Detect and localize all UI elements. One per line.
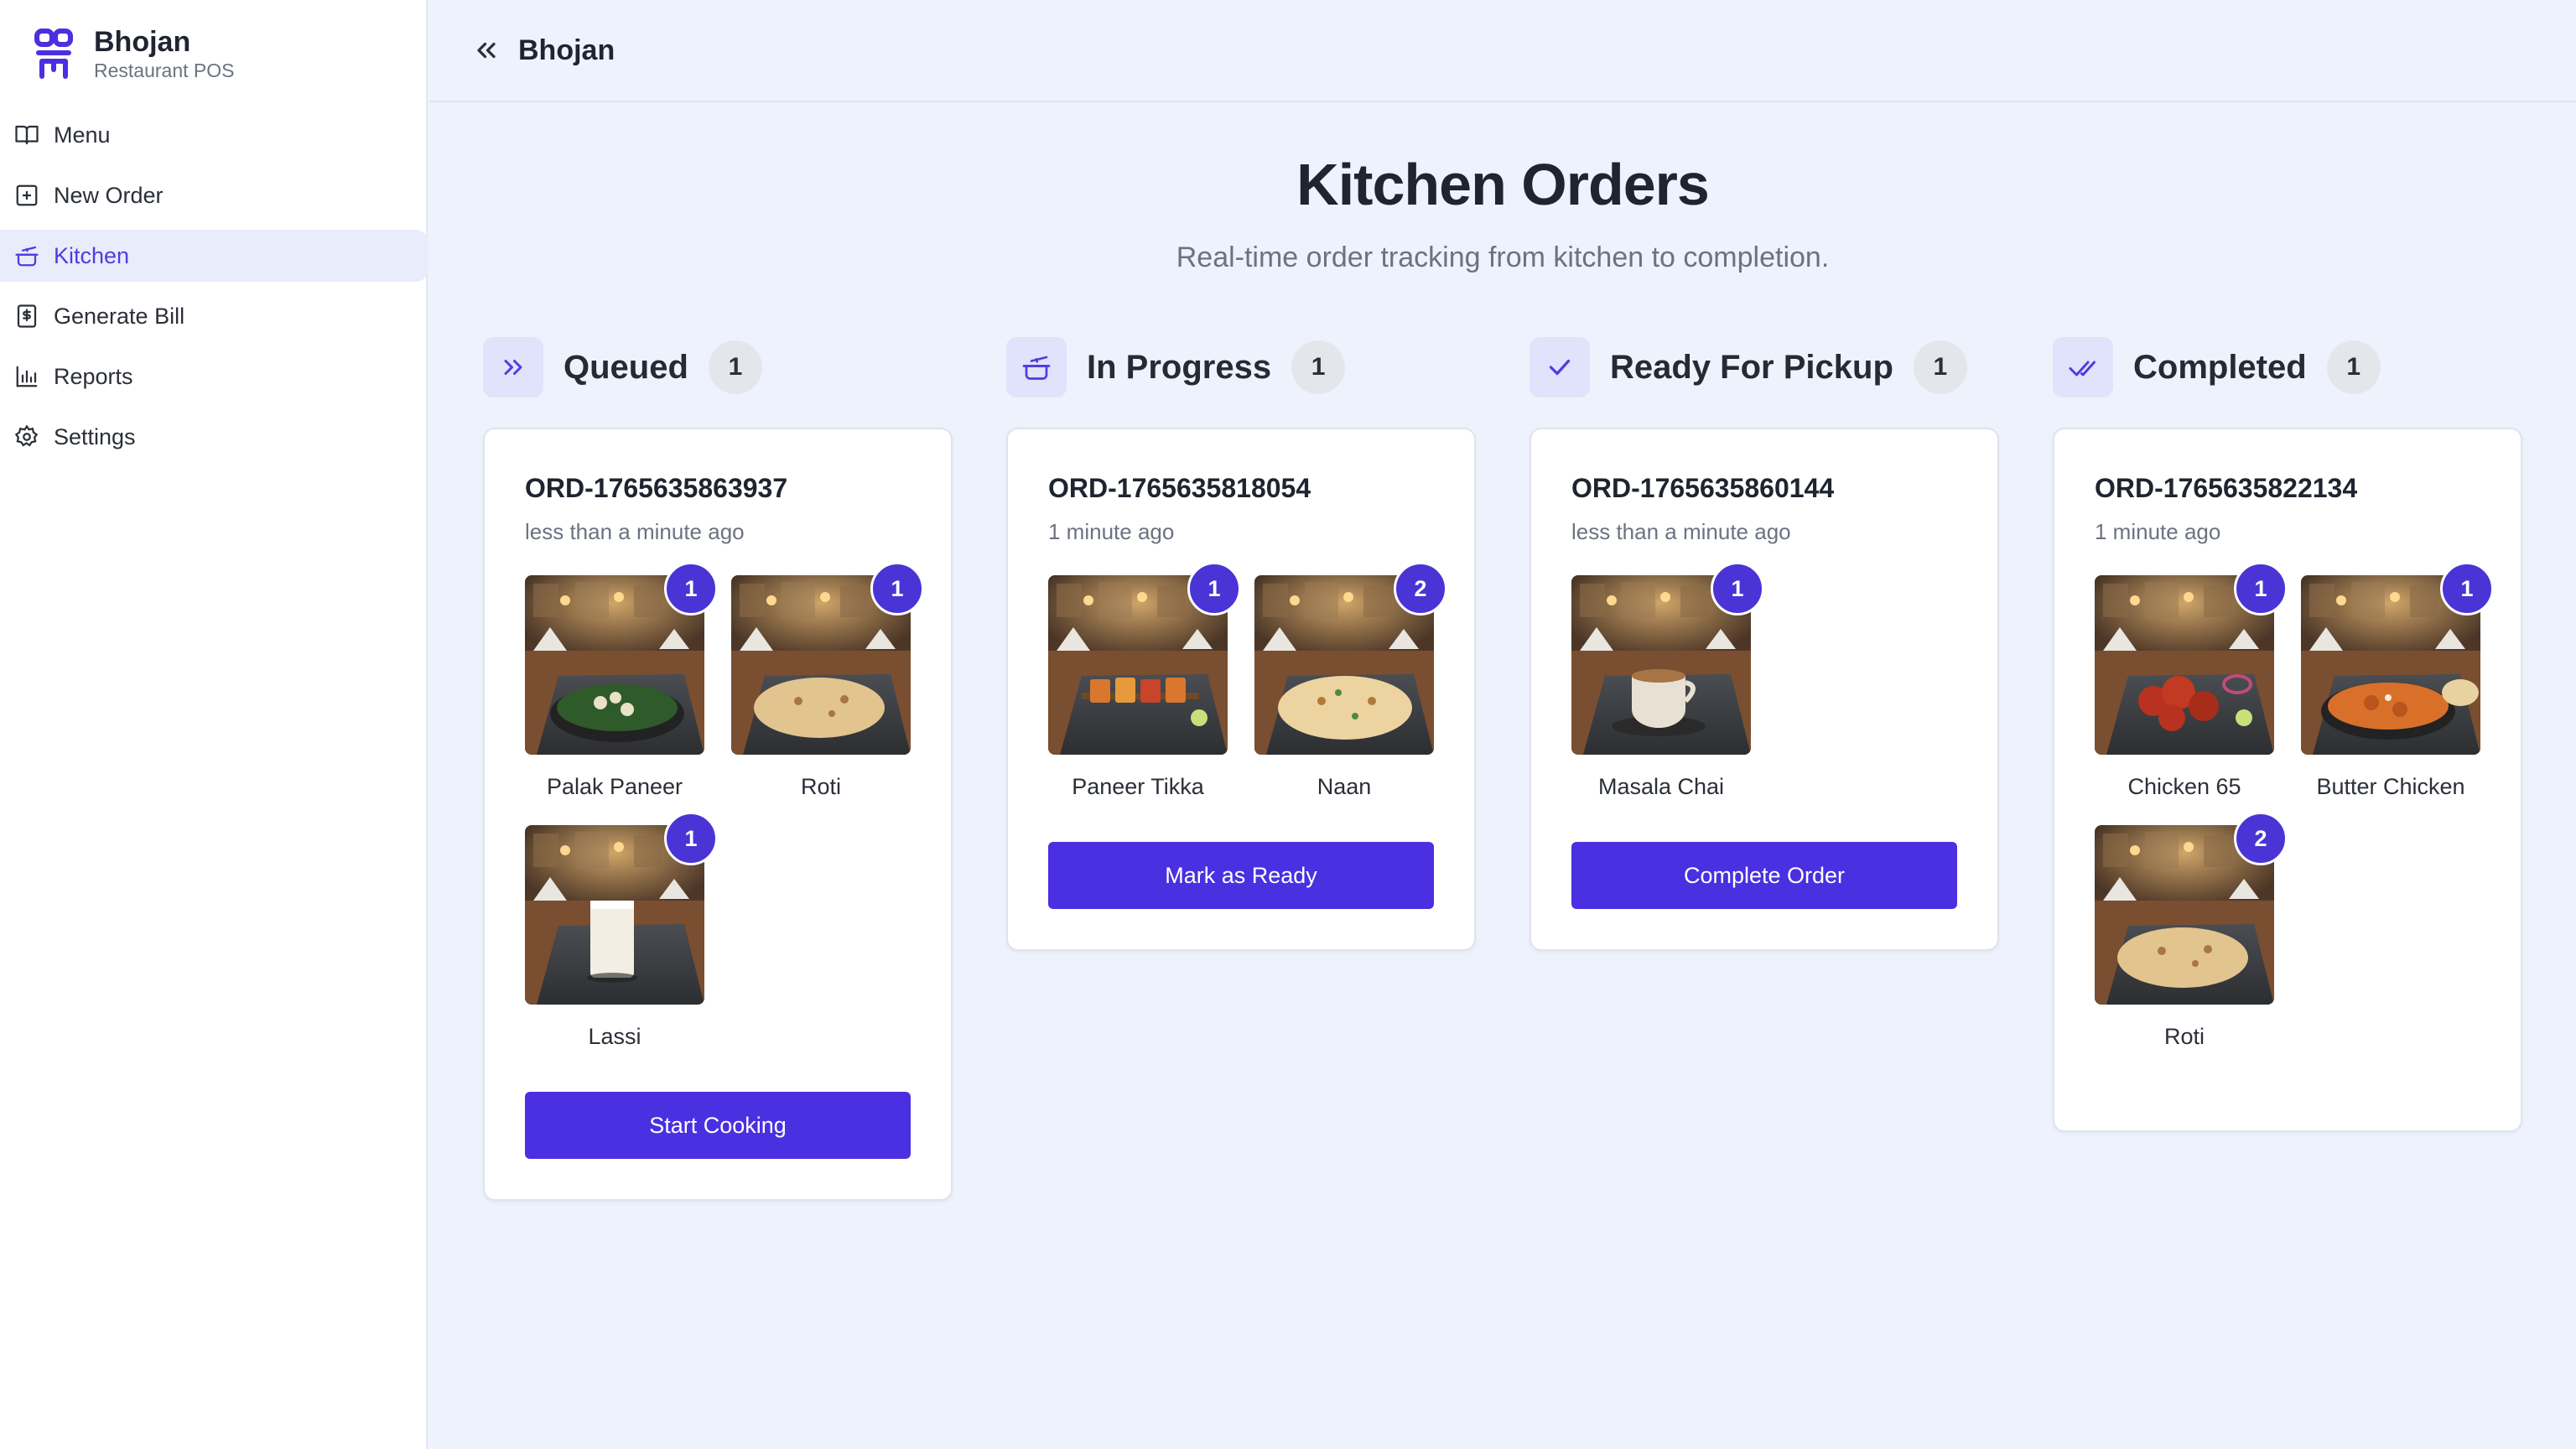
order-item: 1 Butter Chicken: [2301, 562, 2494, 800]
column-title: Completed: [2133, 348, 2307, 386]
item-name: Lassi: [588, 1024, 641, 1049]
plus-square-icon: [13, 182, 40, 209]
sidebar-item-kitchen[interactable]: Kitchen: [0, 230, 428, 282]
brand-name: Bhojan: [94, 26, 191, 58]
order-item: 1 Chicken 65: [2095, 562, 2288, 800]
sidebar-item-label: Generate Bill: [54, 303, 185, 329]
sidebar-item-label: Settings: [54, 423, 136, 449]
column-ready-for-pickup: Ready For Pickup 1 ORD-1765635860144 les…: [1530, 335, 1999, 951]
quantity-badge: 1: [664, 562, 718, 615]
cooking-pot-icon: [13, 242, 40, 269]
check-icon: [1530, 337, 1590, 397]
double-check-icon: [2053, 337, 2113, 397]
quantity-badge: 1: [1187, 562, 1241, 615]
complete-order-button[interactable]: Complete Order: [1571, 842, 1957, 909]
item-name: Naan: [1317, 774, 1372, 799]
chef-logo-icon: [34, 29, 73, 79]
sidebar-item-label: Reports: [54, 363, 133, 389]
order-card[interactable]: ORD-1765635860144 less than a minute ago…: [1530, 428, 1999, 951]
column-title: Queued: [564, 348, 688, 386]
mark-as-ready-button[interactable]: Mark as Ready: [1048, 842, 1434, 909]
item-name: Butter Chicken: [2316, 774, 2465, 799]
book-icon: [13, 122, 40, 148]
sidebar-item-label: Menu: [54, 122, 111, 148]
order-id: ORD-1765635822134: [2095, 473, 2358, 503]
collapse-sidebar-button[interactable]: [463, 27, 510, 74]
column-title: In Progress: [1087, 348, 1272, 386]
item-name: Masala Chai: [1597, 774, 1725, 799]
top-bar: Bhojan: [429, 0, 2576, 102]
column-queued: Queued 1 ORD-1765635863937 less than a m…: [483, 335, 953, 1201]
order-time: 1 minute ago: [2095, 519, 2221, 544]
page-subtitle: Real-time order tracking from kitchen to…: [1176, 242, 1830, 273]
order-item: 1 Paneer Tikka: [1048, 562, 1241, 800]
order-items: 1 Palak Paneer 1 Roti 1 Lassi: [525, 562, 924, 1075]
order-item: 1 Lassi: [525, 812, 718, 1050]
quantity-badge: 1: [2234, 562, 2288, 615]
column-count-badge: 1: [708, 340, 762, 394]
item-name: Palak Paneer: [546, 774, 683, 799]
quantity-badge: 2: [1394, 562, 1447, 615]
order-id: ORD-1765635860144: [1571, 473, 1835, 503]
column-count-badge: 1: [1291, 340, 1346, 394]
sidebar-item-label: New Order: [54, 182, 164, 208]
order-card[interactable]: ORD-1765635863937 less than a minute ago…: [483, 428, 953, 1201]
cooking-pot-icon: [1006, 337, 1067, 397]
order-item: 2 Naan: [1254, 562, 1447, 800]
sidebar-item-settings[interactable]: Settings: [0, 411, 428, 463]
column-header: In Progress 1: [1006, 335, 1476, 399]
brand-subtitle: Restaurant POS: [94, 60, 235, 81]
order-items: 1 Chicken 65 1 Butter Chicken 2 Roti: [2095, 562, 2494, 1075]
quantity-badge: 1: [2440, 562, 2494, 615]
quantity-badge: 1: [1711, 562, 1764, 615]
sidebar: Bhojan Restaurant POS Menu New Order Kit…: [0, 0, 428, 1449]
column-header: Ready For Pickup 1: [1530, 335, 1999, 399]
order-item: 1 Masala Chai: [1571, 562, 1764, 800]
brand[interactable]: Bhojan Restaurant POS: [34, 25, 234, 82]
column-title: Ready For Pickup: [1610, 348, 1893, 386]
sidebar-item-generate-bill[interactable]: Generate Bill: [0, 290, 428, 342]
item-name: Roti: [2163, 1024, 2205, 1049]
item-name: Roti: [800, 774, 841, 799]
item-name: Paneer Tikka: [1072, 774, 1204, 799]
sidebar-item-label: Kitchen: [54, 242, 130, 268]
column-in-progress: In Progress 1 ORD-1765635818054 1 minute…: [1006, 335, 1476, 951]
column-count-badge: 1: [2326, 340, 2381, 394]
sidebar-item-new-order[interactable]: New Order: [0, 169, 428, 221]
order-id: ORD-1765635818054: [1048, 473, 1311, 503]
column-completed: Completed 1 ORD-1765635822134 1 minute a…: [2053, 335, 2522, 1132]
column-count-badge: 1: [1913, 340, 1967, 394]
bar-chart-icon: [13, 363, 40, 390]
order-item: 1 Palak Paneer: [525, 562, 718, 800]
sidebar-item-menu[interactable]: Menu: [0, 109, 428, 161]
chevrons-left-icon: [477, 42, 496, 59]
order-items: 1 Paneer Tikka 2 Naan: [1048, 562, 1447, 825]
page-title: Kitchen Orders: [1296, 152, 1710, 217]
column-header: Completed 1: [2053, 335, 2522, 399]
quantity-badge: 1: [870, 562, 924, 615]
item-name: Chicken 65: [2127, 774, 2241, 799]
top-bar-title: Bhojan: [518, 34, 615, 66]
order-time: 1 minute ago: [1048, 519, 1175, 544]
receipt-icon: [13, 303, 40, 330]
order-time: less than a minute ago: [1571, 519, 1791, 544]
order-item: 2 Roti: [2095, 812, 2288, 1050]
quantity-badge: 1: [664, 812, 718, 865]
order-item: 1 Roti: [731, 562, 924, 800]
order-card[interactable]: ORD-1765635822134 1 minute ago 1 Chicken…: [2053, 428, 2522, 1132]
order-id: ORD-1765635863937: [525, 473, 788, 503]
start-cooking-button[interactable]: Start Cooking: [525, 1092, 911, 1159]
sidebar-nav: Menu New Order Kitchen Generate Bill Rep…: [0, 109, 428, 471]
order-time: less than a minute ago: [525, 519, 745, 544]
chevrons-right-icon: [483, 337, 543, 397]
quantity-badge: 2: [2234, 812, 2288, 865]
order-card[interactable]: ORD-1765635818054 1 minute ago 1 Paneer …: [1006, 428, 1476, 951]
sidebar-item-reports[interactable]: Reports: [0, 351, 428, 402]
column-header: Queued 1: [483, 335, 953, 399]
order-items: 1 Masala Chai: [1571, 562, 1961, 825]
gear-icon: [13, 423, 40, 450]
